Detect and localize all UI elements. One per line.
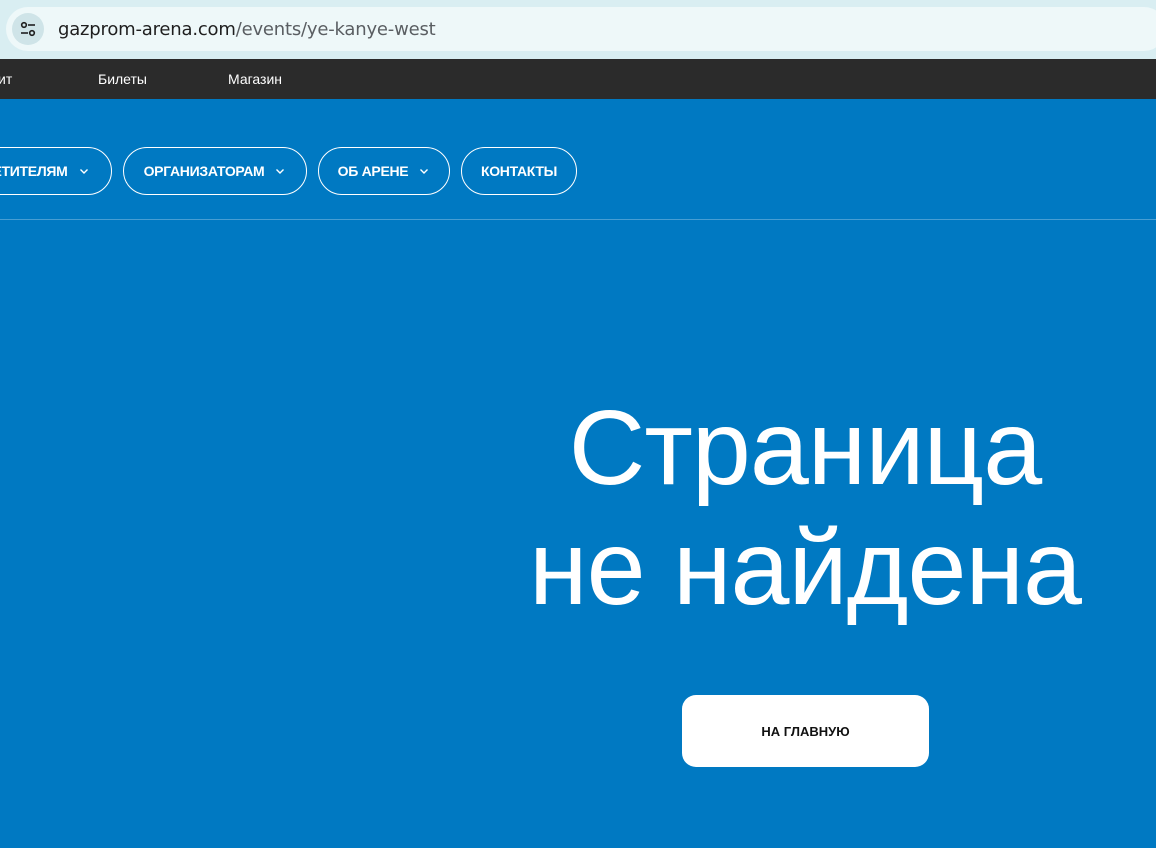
url-text[interactable]: gazprom-arena.com/events/ye-kanye-west [58,19,436,40]
error-heading-line-1: Страница [568,389,1042,507]
chevron-down-icon [420,169,429,174]
browser-toolbar: gazprom-arena.com/events/ye-kanye-west [0,0,1156,59]
nav-pill-contacts[interactable]: КОНТАКТЫ [461,147,577,195]
nav-pill-visitors[interactable]: ЕТИТЕЛЯМ [0,147,112,195]
main-navigation: ЕТИТЕЛЯМ ОРГАНИЗАТОРАМ ОБ АРЕНЕ КОНТАКТЫ [0,147,1156,195]
top-nav-item-tickets[interactable]: Билеты [98,71,147,87]
top-nav-item-shop[interactable]: Магазин [228,71,282,87]
site-info-button[interactable] [12,13,44,45]
nav-pill-about-arena[interactable]: ОБ АРЕНЕ [318,147,450,195]
top-nav-item-partial[interactable]: ит [0,71,12,87]
url-path: /events/ye-kanye-west [235,18,436,40]
error-heading: Страница не найдена [480,388,1130,628]
nav-pill-organizers[interactable]: ОРГАНИЗАТОРАМ [123,147,307,195]
tune-icon [20,21,36,37]
chevron-down-icon [276,169,285,174]
top-navigation: ит Билеты Магазин [0,59,1156,99]
nav-pill-label: ОРГАНИЗАТОРАМ [143,163,265,179]
address-bar[interactable]: gazprom-arena.com/events/ye-kanye-west [6,7,1156,51]
chevron-down-icon [79,169,88,174]
home-button[interactable]: НА ГЛАВНУЮ [682,695,929,767]
nav-pill-label: ОБ АРЕНЕ [337,163,409,179]
header-divider [0,219,1156,220]
nav-pill-label: КОНТАКТЫ [480,163,558,179]
url-host: gazprom-arena.com [58,18,236,40]
nav-pill-label: ЕТИТЕЛЯМ [0,163,68,179]
error-heading-line-2: не найдена [529,509,1082,627]
